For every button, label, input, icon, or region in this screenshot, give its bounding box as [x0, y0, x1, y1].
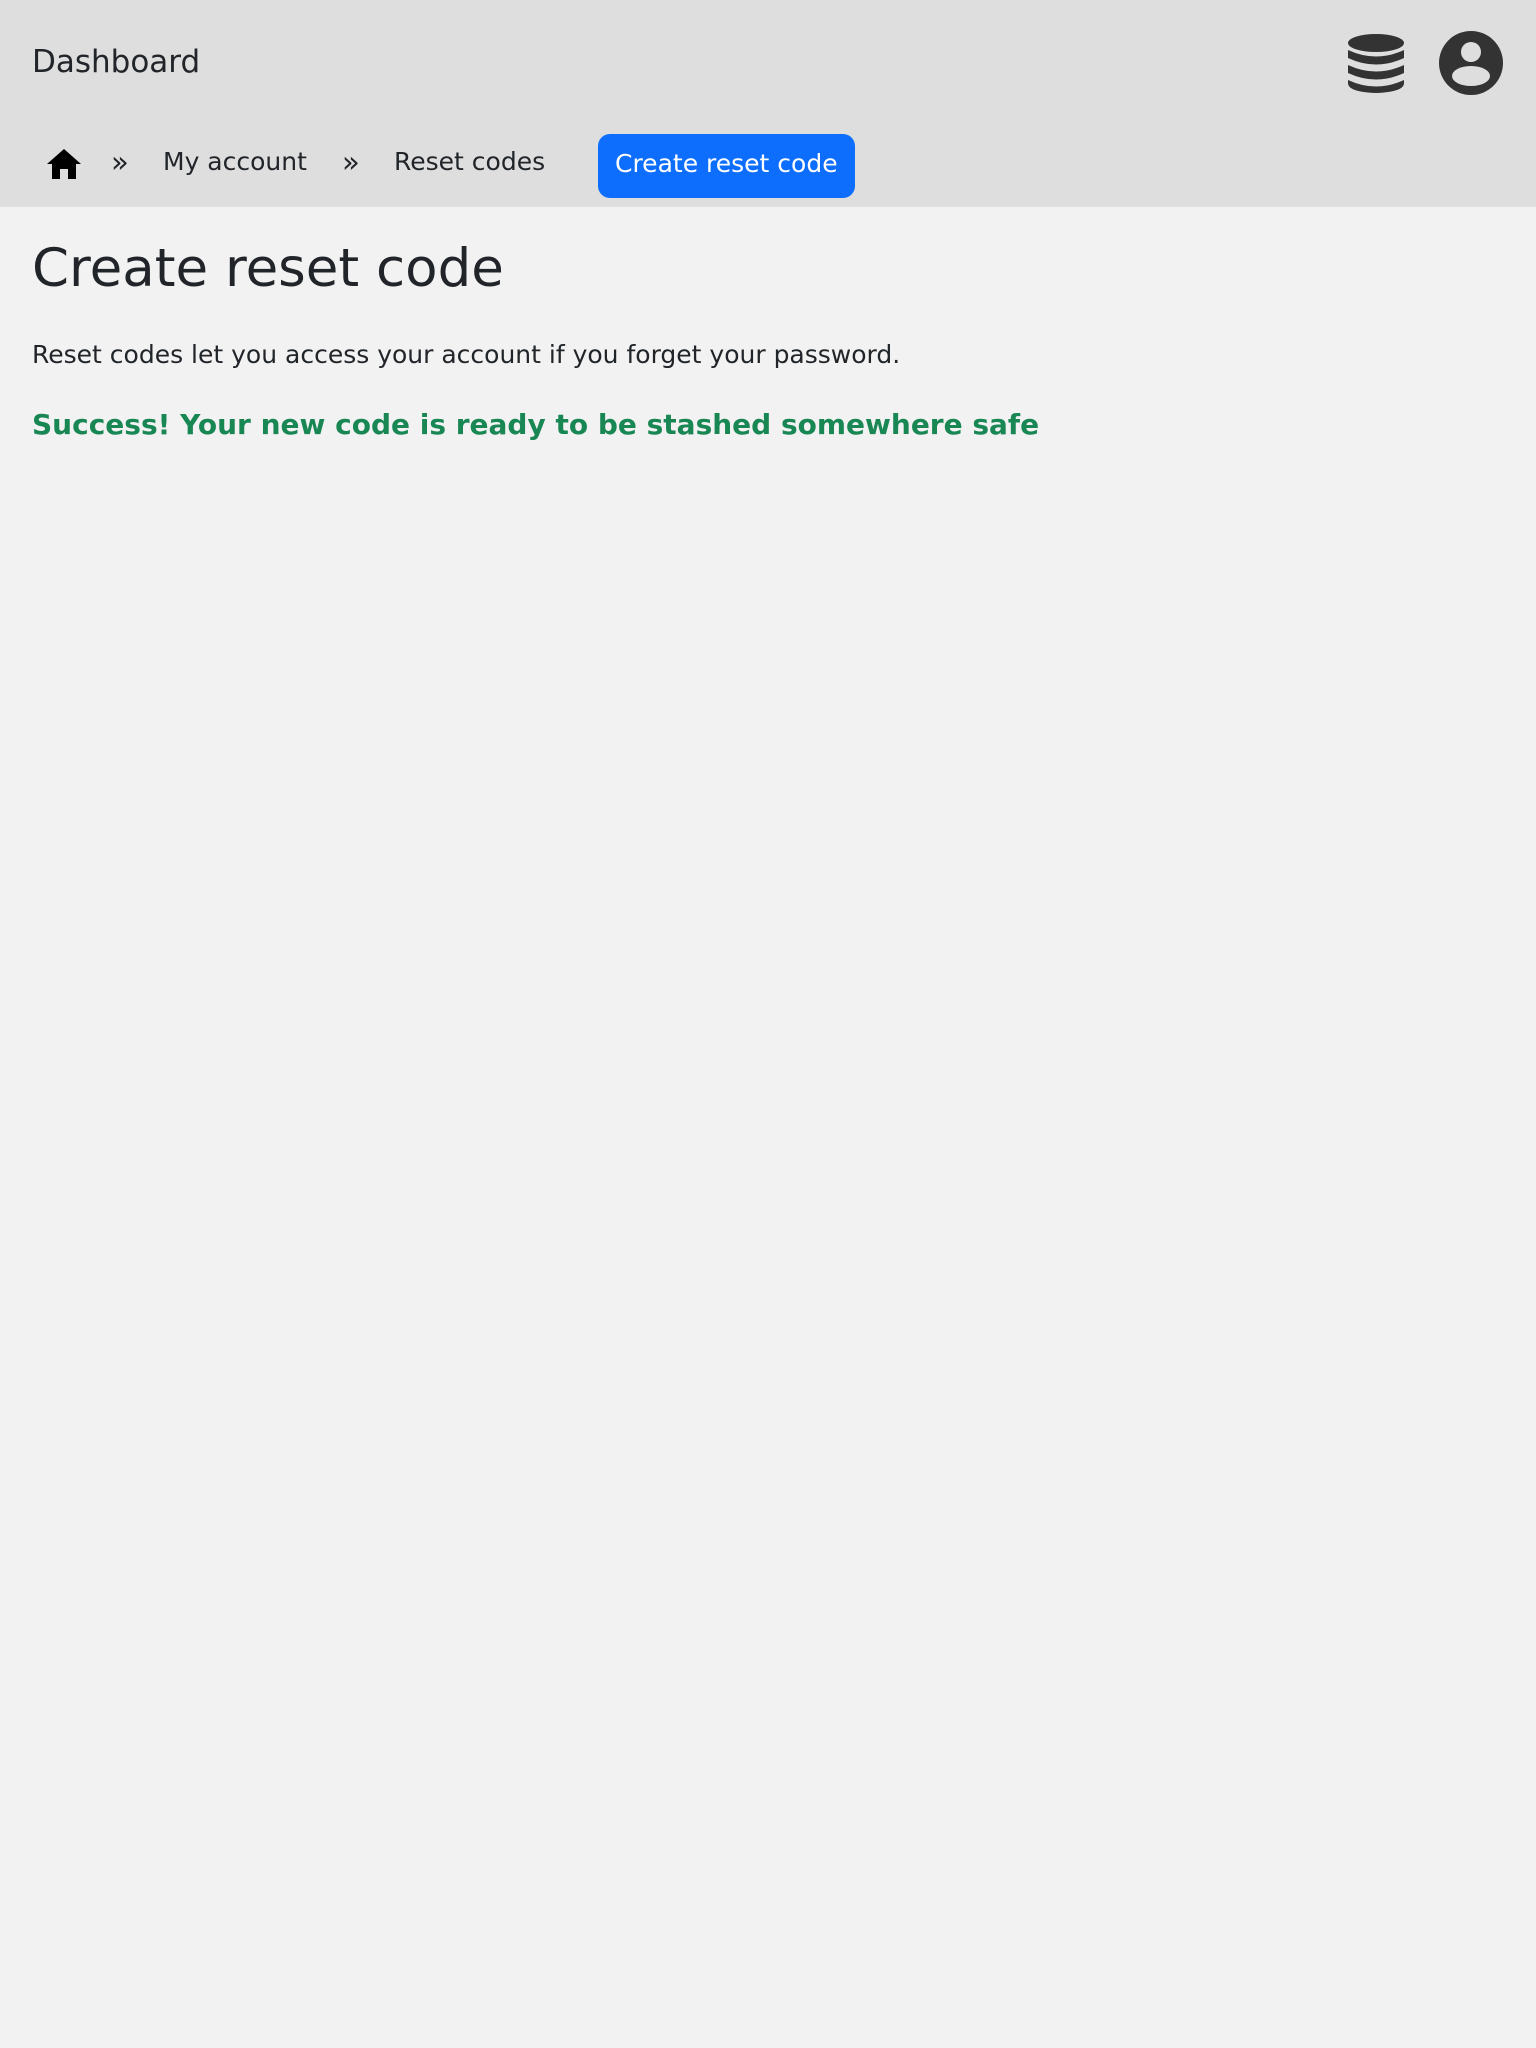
breadcrumb-my-account[interactable]: My account	[163, 144, 307, 180]
page-title: Create reset code	[32, 238, 504, 299]
brand-link[interactable]: Dashboard	[32, 42, 200, 82]
user-circle-icon[interactable]	[1438, 30, 1504, 96]
top-navbar: Dashboard » My account » Reset codes Cre…	[0, 0, 1536, 207]
breadcrumb: » My account » Reset codes Create reset …	[0, 130, 1536, 200]
home-icon[interactable]	[45, 147, 83, 181]
breadcrumb-reset-codes[interactable]: Reset codes	[394, 144, 545, 180]
success-message: Success! Your new code is ready to be st…	[32, 408, 1040, 441]
breadcrumb-separator: »	[342, 145, 360, 179]
intro-text: Reset codes let you access your account …	[32, 340, 901, 369]
breadcrumb-separator: »	[111, 145, 129, 179]
database-icon[interactable]	[1343, 30, 1409, 96]
breadcrumb-current-create-reset-code[interactable]: Create reset code	[598, 134, 855, 198]
